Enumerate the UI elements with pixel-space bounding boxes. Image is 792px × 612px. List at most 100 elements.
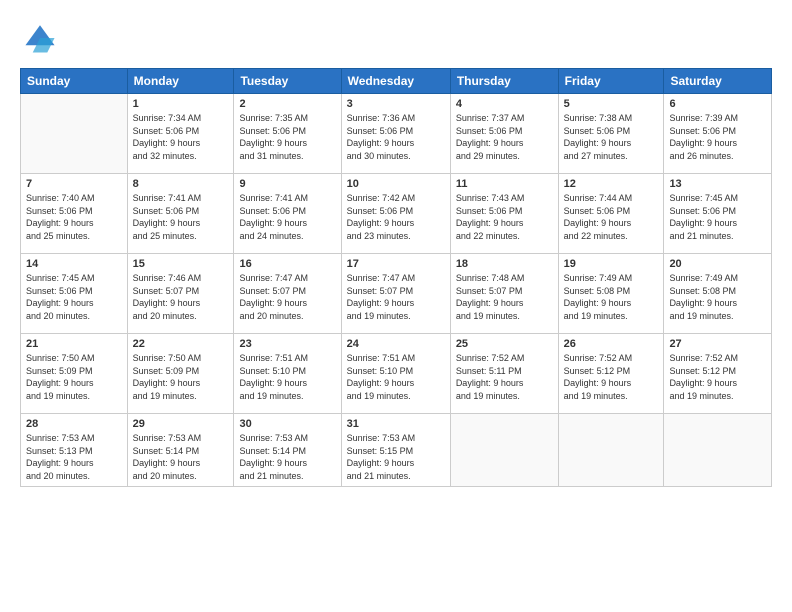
day-info: Sunrise: 7:47 AM Sunset: 5:07 PM Dayligh… bbox=[347, 272, 445, 322]
calendar-day-cell: 11Sunrise: 7:43 AM Sunset: 5:06 PM Dayli… bbox=[450, 174, 558, 254]
day-number: 8 bbox=[133, 178, 229, 190]
calendar-day-cell: 8 Sunrise: 7:41 AM Sunset: 5:06 PM Daylig… bbox=[127, 174, 234, 254]
calendar-day-cell: 18 Sunrise: 7:48 AM Sunset: 5:07 PM Dayli… bbox=[450, 254, 558, 334]
day-number: 24 bbox=[347, 338, 445, 350]
day-info: Sunrise: 7:44 AM Sunset: 5:06 PM Dayligh… bbox=[564, 192, 659, 242]
day-number: 17 bbox=[347, 258, 445, 270]
day-number: 23 bbox=[239, 338, 335, 350]
calendar-day-cell: 3 Sunrise: 7:36 AM Sunset: 5:06 PM Daylig… bbox=[341, 94, 450, 174]
calendar-day-header: Thursday bbox=[450, 69, 558, 94]
calendar-day-cell: 1 Sunrise: 7:34 AM Sunset: 5:06 PM Daylig… bbox=[127, 94, 234, 174]
day-info: Sunrise: 7:35 AM Sunset: 5:06 PM Dayligh… bbox=[239, 112, 335, 162]
day-number: 18 bbox=[456, 258, 553, 270]
calendar-day-cell: 12 Sunrise: 7:44 AM Sunset: 5:06 PM Dayli… bbox=[558, 174, 664, 254]
calendar-day-header: Tuesday bbox=[234, 69, 341, 94]
day-info: Sunrise: 7:50 AM Sunset: 5:09 PM Dayligh… bbox=[26, 352, 122, 402]
calendar-day-cell: 25Sunrise: 7:52 AM Sunset: 5:11 PM Dayli… bbox=[450, 334, 558, 414]
day-number: 1 bbox=[133, 98, 229, 110]
day-number: 26 bbox=[564, 338, 659, 350]
calendar-day-cell: 7 Sunrise: 7:40 AM Sunset: 5:06 PM Daylig… bbox=[21, 174, 128, 254]
day-number: 13 bbox=[669, 178, 766, 190]
calendar-day-header: Saturday bbox=[664, 69, 772, 94]
day-number: 12 bbox=[564, 178, 659, 190]
day-number: 19 bbox=[564, 258, 659, 270]
calendar-day-cell: 14 Sunrise: 7:45 AM Sunset: 5:06 PM Dayli… bbox=[21, 254, 128, 334]
day-info: Sunrise: 7:53 AM Sunset: 5:13 PM Dayligh… bbox=[26, 432, 122, 482]
day-info: Sunrise: 7:37 AM Sunset: 5:06 PM Dayligh… bbox=[456, 112, 553, 162]
day-info: Sunrise: 7:36 AM Sunset: 5:06 PM Dayligh… bbox=[347, 112, 445, 162]
day-info: Sunrise: 7:53 AM Sunset: 5:14 PM Dayligh… bbox=[133, 432, 229, 482]
logo bbox=[20, 18, 64, 58]
day-number: 3 bbox=[347, 98, 445, 110]
day-info: Sunrise: 7:34 AM Sunset: 5:06 PM Dayligh… bbox=[133, 112, 229, 162]
calendar-day-cell: 9Sunrise: 7:41 AM Sunset: 5:06 PM Daylig… bbox=[234, 174, 341, 254]
day-info: Sunrise: 7:49 AM Sunset: 5:08 PM Dayligh… bbox=[669, 272, 766, 322]
calendar-day-cell: 16 Sunrise: 7:47 AM Sunset: 5:07 PM Dayli… bbox=[234, 254, 341, 334]
day-info: Sunrise: 7:51 AM Sunset: 5:10 PM Dayligh… bbox=[239, 352, 335, 402]
calendar-day-cell: 30Sunrise: 7:53 AM Sunset: 5:14 PM Dayli… bbox=[234, 414, 341, 487]
day-info: Sunrise: 7:49 AM Sunset: 5:08 PM Dayligh… bbox=[564, 272, 659, 322]
day-info: Sunrise: 7:45 AM Sunset: 5:06 PM Dayligh… bbox=[669, 192, 766, 242]
calendar-day-cell: 19 Sunrise: 7:49 AM Sunset: 5:08 PM Dayli… bbox=[558, 254, 664, 334]
day-number: 30 bbox=[239, 418, 335, 430]
calendar-day-cell: 27 Sunrise: 7:52 AM Sunset: 5:12 PM Dayli… bbox=[664, 334, 772, 414]
calendar-header-row: SundayMondayTuesdayWednesdayThursdayFrid… bbox=[21, 69, 772, 94]
header bbox=[20, 18, 772, 58]
day-number: 5 bbox=[564, 98, 659, 110]
day-number: 20 bbox=[669, 258, 766, 270]
day-info: Sunrise: 7:42 AM Sunset: 5:06 PM Dayligh… bbox=[347, 192, 445, 242]
day-number: 14 bbox=[26, 258, 122, 270]
calendar-day-cell: 13 Sunrise: 7:45 AM Sunset: 5:06 PM Dayli… bbox=[664, 174, 772, 254]
calendar-day-header: Monday bbox=[127, 69, 234, 94]
day-number: 4 bbox=[456, 98, 553, 110]
calendar-day-cell: 22 Sunrise: 7:50 AM Sunset: 5:09 PM Dayli… bbox=[127, 334, 234, 414]
day-number: 25 bbox=[456, 338, 553, 350]
page-container: SundayMondayTuesdayWednesdayThursdayFrid… bbox=[0, 0, 792, 612]
calendar-day-cell: 10 Sunrise: 7:42 AM Sunset: 5:06 PM Dayli… bbox=[341, 174, 450, 254]
calendar-day-cell: 6 Sunrise: 7:39 AM Sunset: 5:06 PM Daylig… bbox=[664, 94, 772, 174]
day-number: 31 bbox=[347, 418, 445, 430]
day-info: Sunrise: 7:39 AM Sunset: 5:06 PM Dayligh… bbox=[669, 112, 766, 162]
logo-icon bbox=[20, 18, 60, 58]
day-number: 22 bbox=[133, 338, 229, 350]
day-info: Sunrise: 7:40 AM Sunset: 5:06 PM Dayligh… bbox=[26, 192, 122, 242]
calendar-day-cell: 28Sunrise: 7:53 AM Sunset: 5:13 PM Dayli… bbox=[21, 414, 128, 487]
day-info: Sunrise: 7:41 AM Sunset: 5:06 PM Dayligh… bbox=[239, 192, 335, 242]
calendar-day-cell: 23 Sunrise: 7:51 AM Sunset: 5:10 PM Dayli… bbox=[234, 334, 341, 414]
calendar-table: SundayMondayTuesdayWednesdayThursdayFrid… bbox=[20, 68, 772, 487]
calendar-day-cell: 17 Sunrise: 7:47 AM Sunset: 5:07 PM Dayli… bbox=[341, 254, 450, 334]
day-info: Sunrise: 7:47 AM Sunset: 5:07 PM Dayligh… bbox=[239, 272, 335, 322]
day-info: Sunrise: 7:50 AM Sunset: 5:09 PM Dayligh… bbox=[133, 352, 229, 402]
calendar-day-cell bbox=[558, 414, 664, 487]
calendar-day-cell: 26 Sunrise: 7:52 AM Sunset: 5:12 PM Dayli… bbox=[558, 334, 664, 414]
calendar-day-cell: 31 Sunrise: 7:53 AM Sunset: 5:15 PM Dayli… bbox=[341, 414, 450, 487]
calendar-day-cell bbox=[450, 414, 558, 487]
calendar-week-row: 1 Sunrise: 7:34 AM Sunset: 5:06 PM Daylig… bbox=[21, 94, 772, 174]
day-number: 10 bbox=[347, 178, 445, 190]
calendar-day-header: Wednesday bbox=[341, 69, 450, 94]
day-info: Sunrise: 7:51 AM Sunset: 5:10 PM Dayligh… bbox=[347, 352, 445, 402]
calendar-day-header: Friday bbox=[558, 69, 664, 94]
day-number: 21 bbox=[26, 338, 122, 350]
calendar-day-cell: 20 Sunrise: 7:49 AM Sunset: 5:08 PM Dayli… bbox=[664, 254, 772, 334]
day-number: 27 bbox=[669, 338, 766, 350]
calendar-day-cell: 5 Sunrise: 7:38 AM Sunset: 5:06 PM Daylig… bbox=[558, 94, 664, 174]
day-number: 16 bbox=[239, 258, 335, 270]
day-number: 11 bbox=[456, 178, 553, 190]
calendar-week-row: 28Sunrise: 7:53 AM Sunset: 5:13 PM Dayli… bbox=[21, 414, 772, 487]
calendar-week-row: 7 Sunrise: 7:40 AM Sunset: 5:06 PM Daylig… bbox=[21, 174, 772, 254]
day-info: Sunrise: 7:38 AM Sunset: 5:06 PM Dayligh… bbox=[564, 112, 659, 162]
day-info: Sunrise: 7:52 AM Sunset: 5:12 PM Dayligh… bbox=[564, 352, 659, 402]
calendar-day-cell bbox=[664, 414, 772, 487]
day-info: Sunrise: 7:45 AM Sunset: 5:06 PM Dayligh… bbox=[26, 272, 122, 322]
day-info: Sunrise: 7:52 AM Sunset: 5:12 PM Dayligh… bbox=[669, 352, 766, 402]
day-info: Sunrise: 7:48 AM Sunset: 5:07 PM Dayligh… bbox=[456, 272, 553, 322]
calendar-day-header: Sunday bbox=[21, 69, 128, 94]
day-info: Sunrise: 7:41 AM Sunset: 5:06 PM Dayligh… bbox=[133, 192, 229, 242]
calendar-day-cell bbox=[21, 94, 128, 174]
day-info: Sunrise: 7:53 AM Sunset: 5:15 PM Dayligh… bbox=[347, 432, 445, 482]
day-number: 7 bbox=[26, 178, 122, 190]
day-number: 6 bbox=[669, 98, 766, 110]
calendar-day-cell: 29Sunrise: 7:53 AM Sunset: 5:14 PM Dayli… bbox=[127, 414, 234, 487]
day-info: Sunrise: 7:46 AM Sunset: 5:07 PM Dayligh… bbox=[133, 272, 229, 322]
